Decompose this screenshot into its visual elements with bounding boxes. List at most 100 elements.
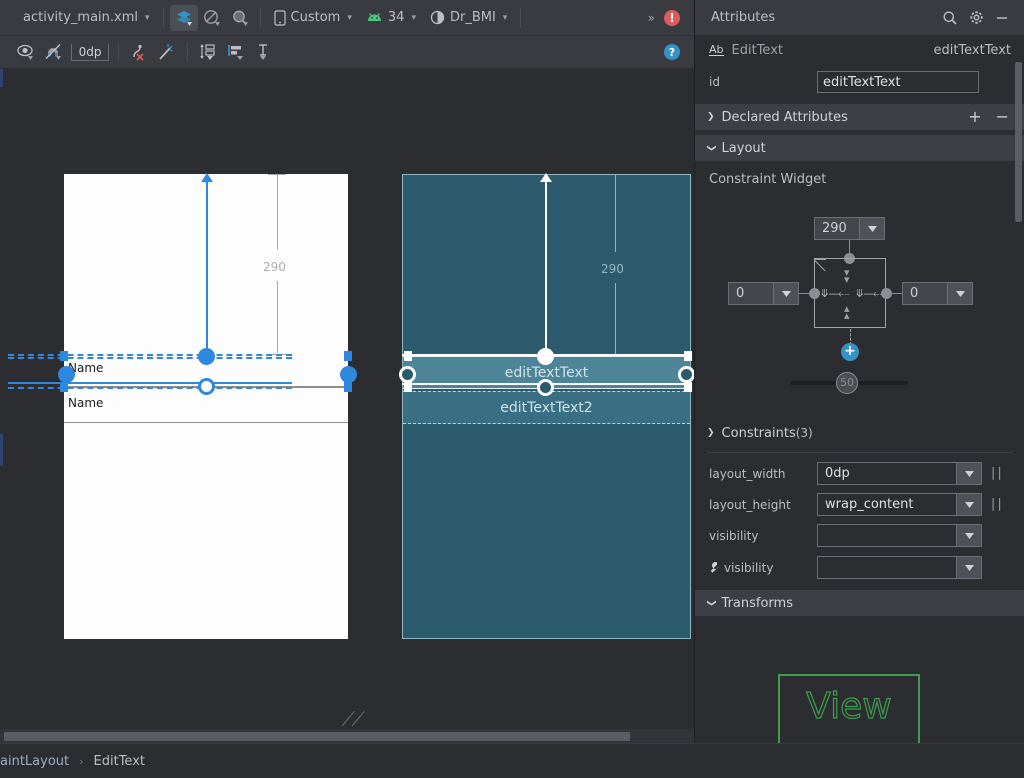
guidelines-button[interactable] — [250, 39, 278, 65]
blueprint-anchor-left[interactable] — [399, 366, 416, 383]
blueprint-anchor-top[interactable] — [537, 348, 554, 365]
blueprint-mode-button[interactable] — [198, 5, 226, 31]
top-margin-value: 290 — [822, 221, 847, 236]
attr-row-layout-height: layout_height wrap_content ∣∣ — [695, 489, 1024, 520]
selected-component-row: Ab EditText editTextText — [695, 36, 1024, 64]
layout-width-value: 0dp — [825, 466, 850, 481]
design-handle-bottom-left[interactable] — [60, 382, 68, 392]
chevron-down-icon[interactable] — [859, 218, 884, 239]
visibility-label: visibility — [709, 528, 759, 543]
theme-selector[interactable]: Dr_BMI ▾ — [423, 5, 514, 31]
magic-wand-icon — [159, 44, 173, 60]
section-transforms[interactable]: ❯ Transforms — [695, 590, 1024, 616]
add-attribute-button[interactable]: + — [968, 109, 981, 125]
text-type-icon: Ab — [709, 42, 724, 57]
breadcrumb-item-0[interactable]: aintLayout — [0, 754, 69, 769]
layout-width-resource-picker[interactable]: ∣∣ — [990, 466, 1003, 481]
left-spring-icon[interactable]: ⤋—⤌ — [820, 287, 850, 301]
chevron-down-icon: ❯ — [705, 599, 716, 607]
search-icon[interactable] — [937, 5, 963, 31]
design-selection-bottom-edge — [8, 382, 292, 384]
section-layout[interactable]: ❯ Layout — [695, 135, 1024, 161]
bias-slider-knob[interactable]: 50 — [836, 372, 858, 394]
theme-label: Dr_BMI — [449, 10, 496, 25]
align-horizontal-button[interactable] — [222, 39, 250, 65]
right-spring-icon[interactable]: ⤋—⤌ — [855, 287, 885, 301]
constraint-widget[interactable]: 290 ▾ ▾ ▴ ▴ ⤋—⤌ ⤋—⤌ 0 0 + 50 — [695, 205, 1024, 410]
design-top-constraint-line — [206, 179, 208, 355]
design-handle-bottom-right[interactable] — [344, 382, 352, 392]
design-anchor-left[interactable] — [58, 366, 75, 383]
chevron-down-icon[interactable] — [947, 283, 972, 304]
chevron-down-icon[interactable] — [956, 494, 981, 515]
chevron-down-icon[interactable] — [956, 557, 981, 578]
right-margin-spinner[interactable]: 0 — [902, 282, 973, 305]
infer-constraints-button[interactable] — [153, 39, 181, 65]
layers-icon — [176, 10, 192, 26]
toolbar-divider-2 — [259, 7, 261, 28]
design-handle-top-right[interactable] — [344, 351, 352, 361]
blueprint-anchor-bottom[interactable] — [537, 379, 554, 396]
chevron-down-icon: ▾ — [145, 12, 150, 23]
design-anchor-bottom[interactable] — [198, 378, 215, 395]
show-constraints-button[interactable] — [12, 39, 40, 65]
minimize-icon[interactable] — [989, 5, 1015, 31]
attributes-panel-scrollbar[interactable] — [1015, 62, 1022, 222]
design-handle-top-left[interactable] — [60, 351, 68, 361]
autoconnect-button[interactable] — [40, 39, 68, 65]
chevron-down-icon[interactable] — [956, 463, 981, 484]
section-declared-attributes[interactable]: ❯ Declared Attributes + − — [695, 104, 1024, 130]
blueprint-top-constraint-arrow — [540, 173, 552, 182]
blueprint-handle-bottom-left[interactable] — [404, 382, 412, 392]
help-badge[interactable]: ? — [664, 44, 680, 60]
design-anchor-top[interactable] — [198, 348, 215, 365]
breadcrumb-item-1[interactable]: EditText — [94, 754, 145, 769]
expand-down-icon[interactable]: ▾ ▾ — [844, 267, 850, 285]
design-anchor-right[interactable] — [340, 366, 357, 383]
visibility-combo[interactable] — [817, 524, 982, 547]
blueprint-handle-bottom-right[interactable] — [684, 382, 692, 392]
device-selector[interactable]: Custom ▾ — [267, 5, 359, 31]
design-selection-bottom-edge-2 — [8, 387, 292, 389]
breadcrumb: aintLayout › EditText — [0, 743, 1024, 778]
android-studio-layout-editor: activity_main.xml ▾ Custom ▾ 34 ▾ Dr_BMI… — [0, 0, 1024, 778]
clear-constraints-button[interactable] — [125, 39, 153, 65]
top-margin-spinner[interactable]: 290 — [814, 217, 885, 240]
file-tab-selector[interactable]: activity_main.xml ▾ — [16, 5, 157, 31]
design-top-constraint-arrow — [201, 173, 213, 182]
design-selection-top-edge-2 — [8, 357, 292, 359]
android-icon — [367, 12, 381, 21]
strip-marker-mid[interactable] — [0, 434, 3, 466]
chevron-down-icon[interactable] — [773, 283, 798, 304]
tools-visibility-combo[interactable] — [817, 556, 982, 579]
section-constraints[interactable]: ❯ Constraints (3) — [695, 420, 1024, 446]
layout-width-combo[interactable]: 0dp — [817, 462, 982, 485]
magnifier-icon — [232, 10, 248, 26]
expand-up-icon[interactable]: ▴ ▴ — [844, 303, 850, 321]
design-edittext-2-underline — [64, 422, 348, 423]
id-input[interactable]: editTextText — [817, 71, 979, 93]
design-canvas[interactable]: Name Name 290 editTextText editTextText2… — [8, 69, 694, 728]
left-margin-spinner[interactable]: 0 — [728, 282, 799, 305]
layout-height-combo[interactable]: wrap_content — [817, 493, 982, 516]
blueprint-handle-top-left[interactable] — [404, 351, 412, 361]
add-bottom-constraint-button[interactable]: + — [841, 343, 859, 361]
error-badge[interactable]: ! — [664, 9, 680, 26]
design-dim-line-lower — [277, 281, 278, 353]
canvas-resize-grip[interactable] — [341, 709, 376, 728]
api-level-selector[interactable]: 34 ▾ — [359, 5, 423, 31]
toolbar-overflow-button[interactable]: » — [648, 11, 664, 25]
blueprint-anchor-right[interactable] — [678, 366, 694, 383]
attr-row-tools-visibility: visibility — [695, 552, 1024, 583]
chevron-down-icon[interactable] — [956, 525, 981, 546]
canvas-hscrollbar-thumb[interactable] — [4, 732, 630, 741]
align-vertical-button[interactable] — [194, 39, 222, 65]
layout-height-resource-picker[interactable]: ∣∣ — [990, 497, 1003, 512]
blueprint-handle-top-right[interactable] — [684, 351, 692, 361]
gear-icon[interactable] — [963, 5, 989, 31]
remove-attribute-button[interactable]: − — [996, 109, 1009, 125]
default-margin-value[interactable]: 0dp — [71, 43, 109, 61]
design-mode-button[interactable] — [169, 4, 198, 31]
zoom-controls-button[interactable] — [226, 5, 254, 31]
api-level-label: 34 — [387, 10, 405, 25]
